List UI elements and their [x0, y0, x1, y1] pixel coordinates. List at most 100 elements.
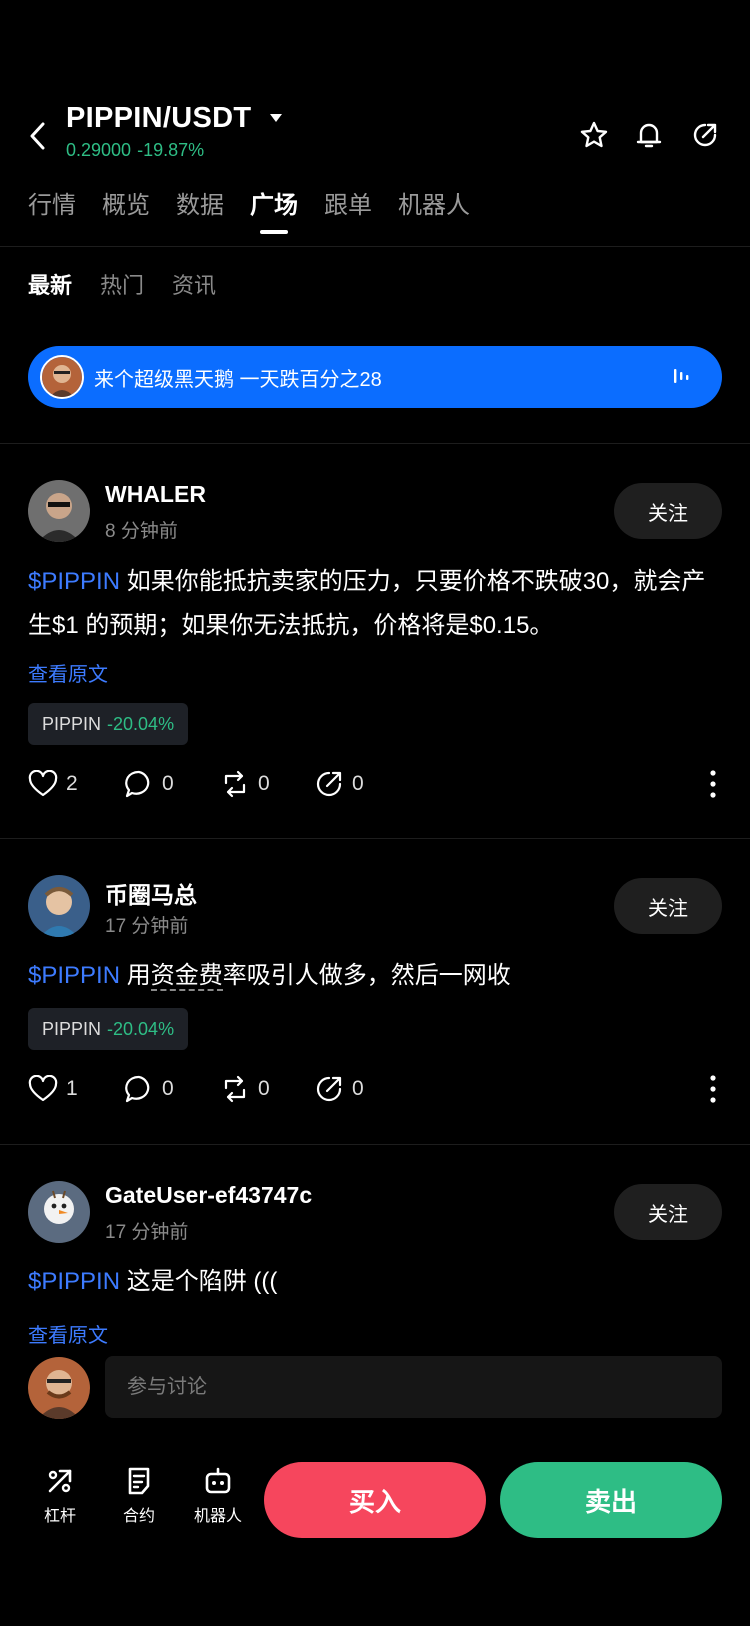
bell-icon	[636, 123, 662, 148]
post-text: $PIPPIN 如果你能抵抗卖家的压力，只要价格不跌破30，就会产生$1 的预期…	[28, 560, 718, 648]
post-actions: 1 0 0 0	[28, 1072, 722, 1106]
favorite-button[interactable]	[577, 118, 611, 152]
heart-icon	[28, 1075, 58, 1102]
avatar[interactable]	[28, 1181, 90, 1243]
follow-button[interactable]: 关注	[614, 1184, 722, 1240]
banner-text: 来个超级黑天鹅 一天跌百分之28	[94, 368, 382, 391]
coin-tag[interactable]: $PIPPIN	[28, 962, 120, 989]
leverage-label: 杠杆	[43, 1508, 76, 1525]
chip-change: -20.04%	[107, 1018, 175, 1039]
chip-symbol: PIPPIN	[42, 1018, 102, 1039]
avatar[interactable]	[28, 875, 90, 937]
tab-copy-trading[interactable]: 跟单	[324, 188, 372, 234]
comment-bar	[0, 1356, 750, 1420]
repost-count: 0	[258, 1077, 270, 1100]
contract-button[interactable]: 合约	[104, 1466, 174, 1526]
repost-button[interactable]: 0	[220, 1072, 270, 1106]
avatar	[40, 355, 84, 399]
post-time: 8 分钟前	[105, 521, 178, 542]
subtab-latest[interactable]: 最新	[28, 268, 72, 300]
avatar[interactable]	[28, 480, 90, 542]
main-tabs: 行情 概览 数据 广场 跟单 机器人	[28, 188, 496, 238]
live-banner[interactable]: 来个超级黑天鹅 一天跌百分之28	[28, 346, 722, 408]
price-change: -19.87%	[137, 140, 205, 160]
tab-data[interactable]: 数据	[176, 188, 224, 234]
bot-label: 机器人	[193, 1508, 242, 1525]
tab-market[interactable]: 行情	[28, 188, 76, 234]
username[interactable]: GateUser-ef43747c	[105, 1182, 312, 1209]
heart-icon	[28, 770, 58, 797]
comment-button[interactable]: 0	[124, 1072, 174, 1106]
chip-symbol: PIPPIN	[42, 713, 102, 734]
post-text: $PIPPIN 用资金费率吸引人做多，然后一网收	[28, 954, 718, 998]
share-icon	[693, 123, 717, 147]
subtab-hot[interactable]: 热门	[100, 268, 144, 300]
username[interactable]: 币圈马总	[105, 876, 197, 910]
repost-icon	[224, 770, 246, 798]
post-content: 如果你能抵抗卖家的压力，只要价格不跌破30，就会产生$1 的预期；如果你无法抵抗…	[28, 568, 706, 639]
bot-button[interactable]: 机器人	[183, 1466, 253, 1526]
contract-label: 合约	[122, 1508, 155, 1525]
share-icon	[316, 771, 342, 797]
my-avatar[interactable]	[28, 1357, 90, 1419]
robot-icon	[205, 1467, 231, 1494]
coin-chip[interactable]: PIPPIN -20.04%	[28, 703, 189, 745]
coin-chip[interactable]: PIPPIN -20.04%	[28, 1008, 189, 1050]
share-post-button[interactable]: 0	[314, 767, 364, 801]
more-vertical-icon	[710, 770, 716, 798]
comment-icon	[125, 1075, 150, 1103]
comment-input[interactable]	[105, 1356, 722, 1418]
post-time: 17 分钟前	[105, 916, 189, 937]
header: PIPPIN/USDT 0.29000 -19.87%	[0, 100, 750, 170]
bottom-bar: 杠杆 合约 机器人 买入 卖出	[0, 1460, 750, 1540]
repost-icon	[224, 1075, 246, 1103]
follow-button[interactable]: 关注	[614, 878, 722, 934]
comment-count: 0	[162, 772, 174, 795]
leverage-button[interactable]: 杠杆	[25, 1466, 95, 1526]
glossary-term[interactable]: 资金费	[150, 962, 223, 991]
repost-count: 0	[258, 772, 270, 795]
contract-icon	[128, 1467, 150, 1495]
post-divider	[0, 1144, 750, 1145]
caret-down-icon[interactable]	[268, 112, 284, 124]
sub-tabs: 最新 热门 资讯	[28, 268, 244, 300]
tab-overview[interactable]: 概览	[102, 188, 150, 234]
post-text: $PIPPIN 这是个陷阱 (((	[28, 1260, 718, 1304]
buy-button[interactable]: 买入	[264, 1462, 486, 1538]
like-count: 2	[66, 772, 78, 795]
post-content: 这是个陷阱 (((	[120, 1268, 278, 1295]
tab-bot[interactable]: 机器人	[398, 188, 470, 234]
subtab-news[interactable]: 资讯	[172, 268, 216, 300]
price-row: 0.29000 -19.87%	[66, 140, 204, 161]
share-post-button[interactable]: 0	[314, 1072, 364, 1106]
post-card: WHALER 8 分钟前 关注 $PIPPIN 如果你能抵抗卖家的压力，只要价格…	[0, 475, 750, 835]
more-button[interactable]	[710, 1072, 716, 1106]
view-original-link[interactable]: 查看原文	[28, 1319, 108, 1348]
chevron-left-icon	[30, 122, 45, 150]
like-button[interactable]: 1	[28, 1072, 78, 1106]
alert-button[interactable]	[632, 118, 666, 152]
like-button[interactable]: 2	[28, 767, 78, 801]
view-original-link[interactable]: 查看原文	[28, 658, 108, 687]
follow-button[interactable]: 关注	[614, 483, 722, 539]
sell-button[interactable]: 卖出	[500, 1462, 722, 1538]
share-count: 0	[352, 1077, 364, 1100]
back-button[interactable]	[22, 118, 54, 154]
audio-wave-icon	[674, 369, 689, 383]
coin-tag[interactable]: $PIPPIN	[28, 568, 120, 595]
repost-button[interactable]: 0	[220, 767, 270, 801]
comment-count: 0	[162, 1077, 174, 1100]
comment-button[interactable]: 0	[124, 767, 174, 801]
like-count: 1	[66, 1077, 78, 1100]
pair-title[interactable]: PIPPIN/USDT	[66, 102, 251, 135]
share-button[interactable]	[688, 118, 722, 152]
tabs-divider	[0, 246, 750, 247]
username[interactable]: WHALER	[105, 481, 206, 508]
coin-tag[interactable]: $PIPPIN	[28, 1268, 120, 1295]
post-content-start: 用	[120, 962, 151, 989]
more-button[interactable]	[710, 767, 716, 801]
tab-square[interactable]: 广场	[250, 188, 298, 234]
more-vertical-icon	[710, 1075, 716, 1103]
banner-divider	[0, 443, 750, 444]
post-card: GateUser-ef43747c 17 分钟前 关注 $PIPPIN 这是个陷…	[0, 1176, 750, 1348]
